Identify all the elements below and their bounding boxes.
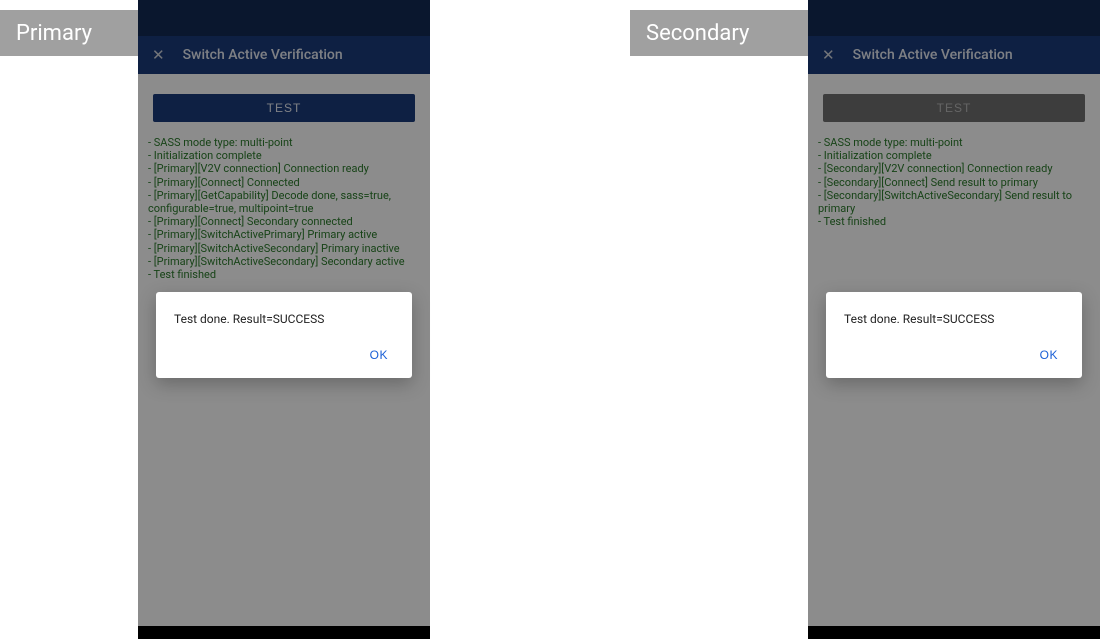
primary-device: ✕ Switch Active Verification TEST - SASS… (138, 0, 430, 639)
secondary-device: ✕ Switch Active Verification TEST - SASS… (808, 0, 1100, 639)
ok-button[interactable]: OK (364, 344, 394, 366)
android-nav-bar (138, 626, 430, 639)
result-dialog: Test done. Result=SUCCESS OK (156, 292, 412, 378)
dialog-message: Test done. Result=SUCCESS (174, 312, 394, 326)
result-dialog: Test done. Result=SUCCESS OK (826, 292, 1082, 378)
android-nav-bar (808, 626, 1100, 639)
ok-button[interactable]: OK (1034, 344, 1064, 366)
secondary-screen: ✕ Switch Active Verification TEST - SASS… (808, 0, 1100, 626)
secondary-badge: Secondary (630, 10, 808, 56)
dialog-message: Test done. Result=SUCCESS (844, 312, 1064, 326)
primary-badge: Primary (0, 10, 138, 56)
primary-screen: ✕ Switch Active Verification TEST - SASS… (138, 0, 430, 626)
